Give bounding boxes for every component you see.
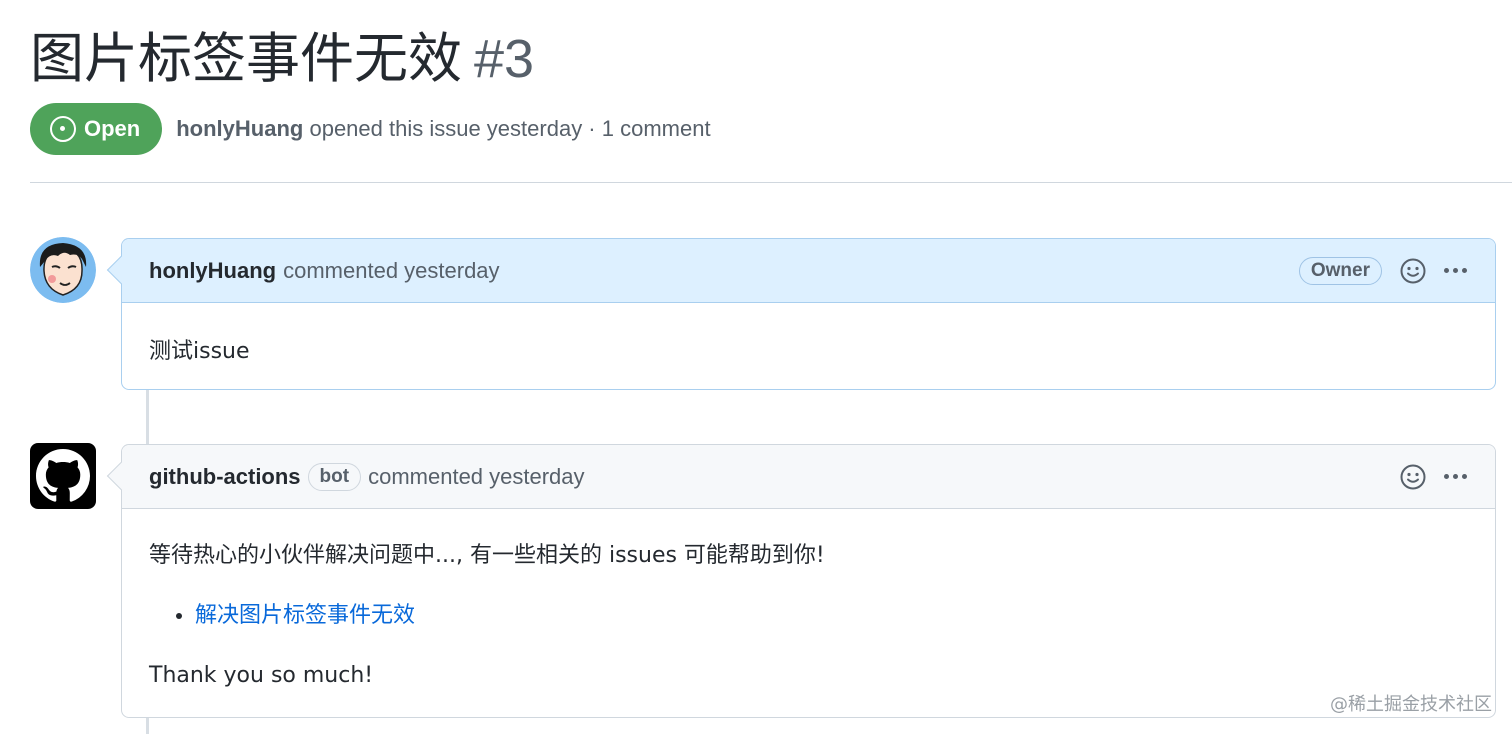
issue-title: 图片标签事件无效 #3 xyxy=(30,24,534,94)
issue-number: #3 xyxy=(474,29,535,89)
avatar-honlyhuang[interactable] xyxy=(30,237,96,303)
issue-opened-text: opened this issue yesterday · 1 comment xyxy=(309,116,711,141)
comment-header: github-actions bot commented yesterday xyxy=(122,445,1495,509)
owner-badge: Owner xyxy=(1298,256,1382,285)
issue-open-icon xyxy=(50,116,76,142)
issue-meta-text: honlyHuang opened this issue yesterday ·… xyxy=(176,116,710,142)
list-item: 解决图片标签事件无效 xyxy=(195,600,1468,632)
github-logo-icon xyxy=(36,449,90,502)
comment-text: 测试issue xyxy=(149,339,250,364)
comment-body: 等待热心的小伙伴解决问题中..., 有一些相关的 issues 可能帮助到你! … xyxy=(122,509,1495,692)
comment-author-link[interactable]: honlyHuang xyxy=(149,258,276,284)
issue-author-link[interactable]: honlyHuang xyxy=(176,116,303,141)
related-issues-list: 解决图片标签事件无效 xyxy=(195,600,1468,632)
issue-state-badge: Open xyxy=(30,103,163,155)
smiley-icon[interactable] xyxy=(1400,464,1426,490)
comment-owner: honlyHuang commented yesterday Owner 测试i… xyxy=(106,238,1496,390)
related-issue-link[interactable]: 解决图片标签事件无效 xyxy=(195,603,415,628)
issue-meta: Open honlyHuang opened this issue yester… xyxy=(30,103,711,155)
comment-timestamp[interactable]: commented yesterday xyxy=(283,258,499,284)
comment-body: 测试issue xyxy=(122,303,1495,365)
issue-state-label: Open xyxy=(84,116,141,141)
comment-outro-text: Thank you so much! xyxy=(149,663,374,688)
avatar-github-actions[interactable] xyxy=(30,443,96,509)
issue-title-text: 图片标签事件无效 xyxy=(30,27,462,90)
comment-author-link[interactable]: github-actions xyxy=(149,464,301,490)
kebab-menu-icon[interactable] xyxy=(1444,268,1467,273)
comment-bot: github-actions bot commented yesterday 等… xyxy=(106,444,1496,718)
comment-header: honlyHuang commented yesterday Owner xyxy=(122,239,1495,303)
bot-badge: bot xyxy=(307,462,362,491)
kebab-menu-icon[interactable] xyxy=(1444,474,1467,479)
watermark: @稀土掘金技术社区 xyxy=(1330,694,1492,715)
smiley-icon[interactable] xyxy=(1400,258,1426,284)
comment-intro-text: 等待热心的小伙伴解决问题中..., 有一些相关的 issues 可能帮助到你! xyxy=(149,543,825,568)
header-divider xyxy=(30,182,1512,183)
comment-timestamp[interactable]: commented yesterday xyxy=(368,464,584,490)
